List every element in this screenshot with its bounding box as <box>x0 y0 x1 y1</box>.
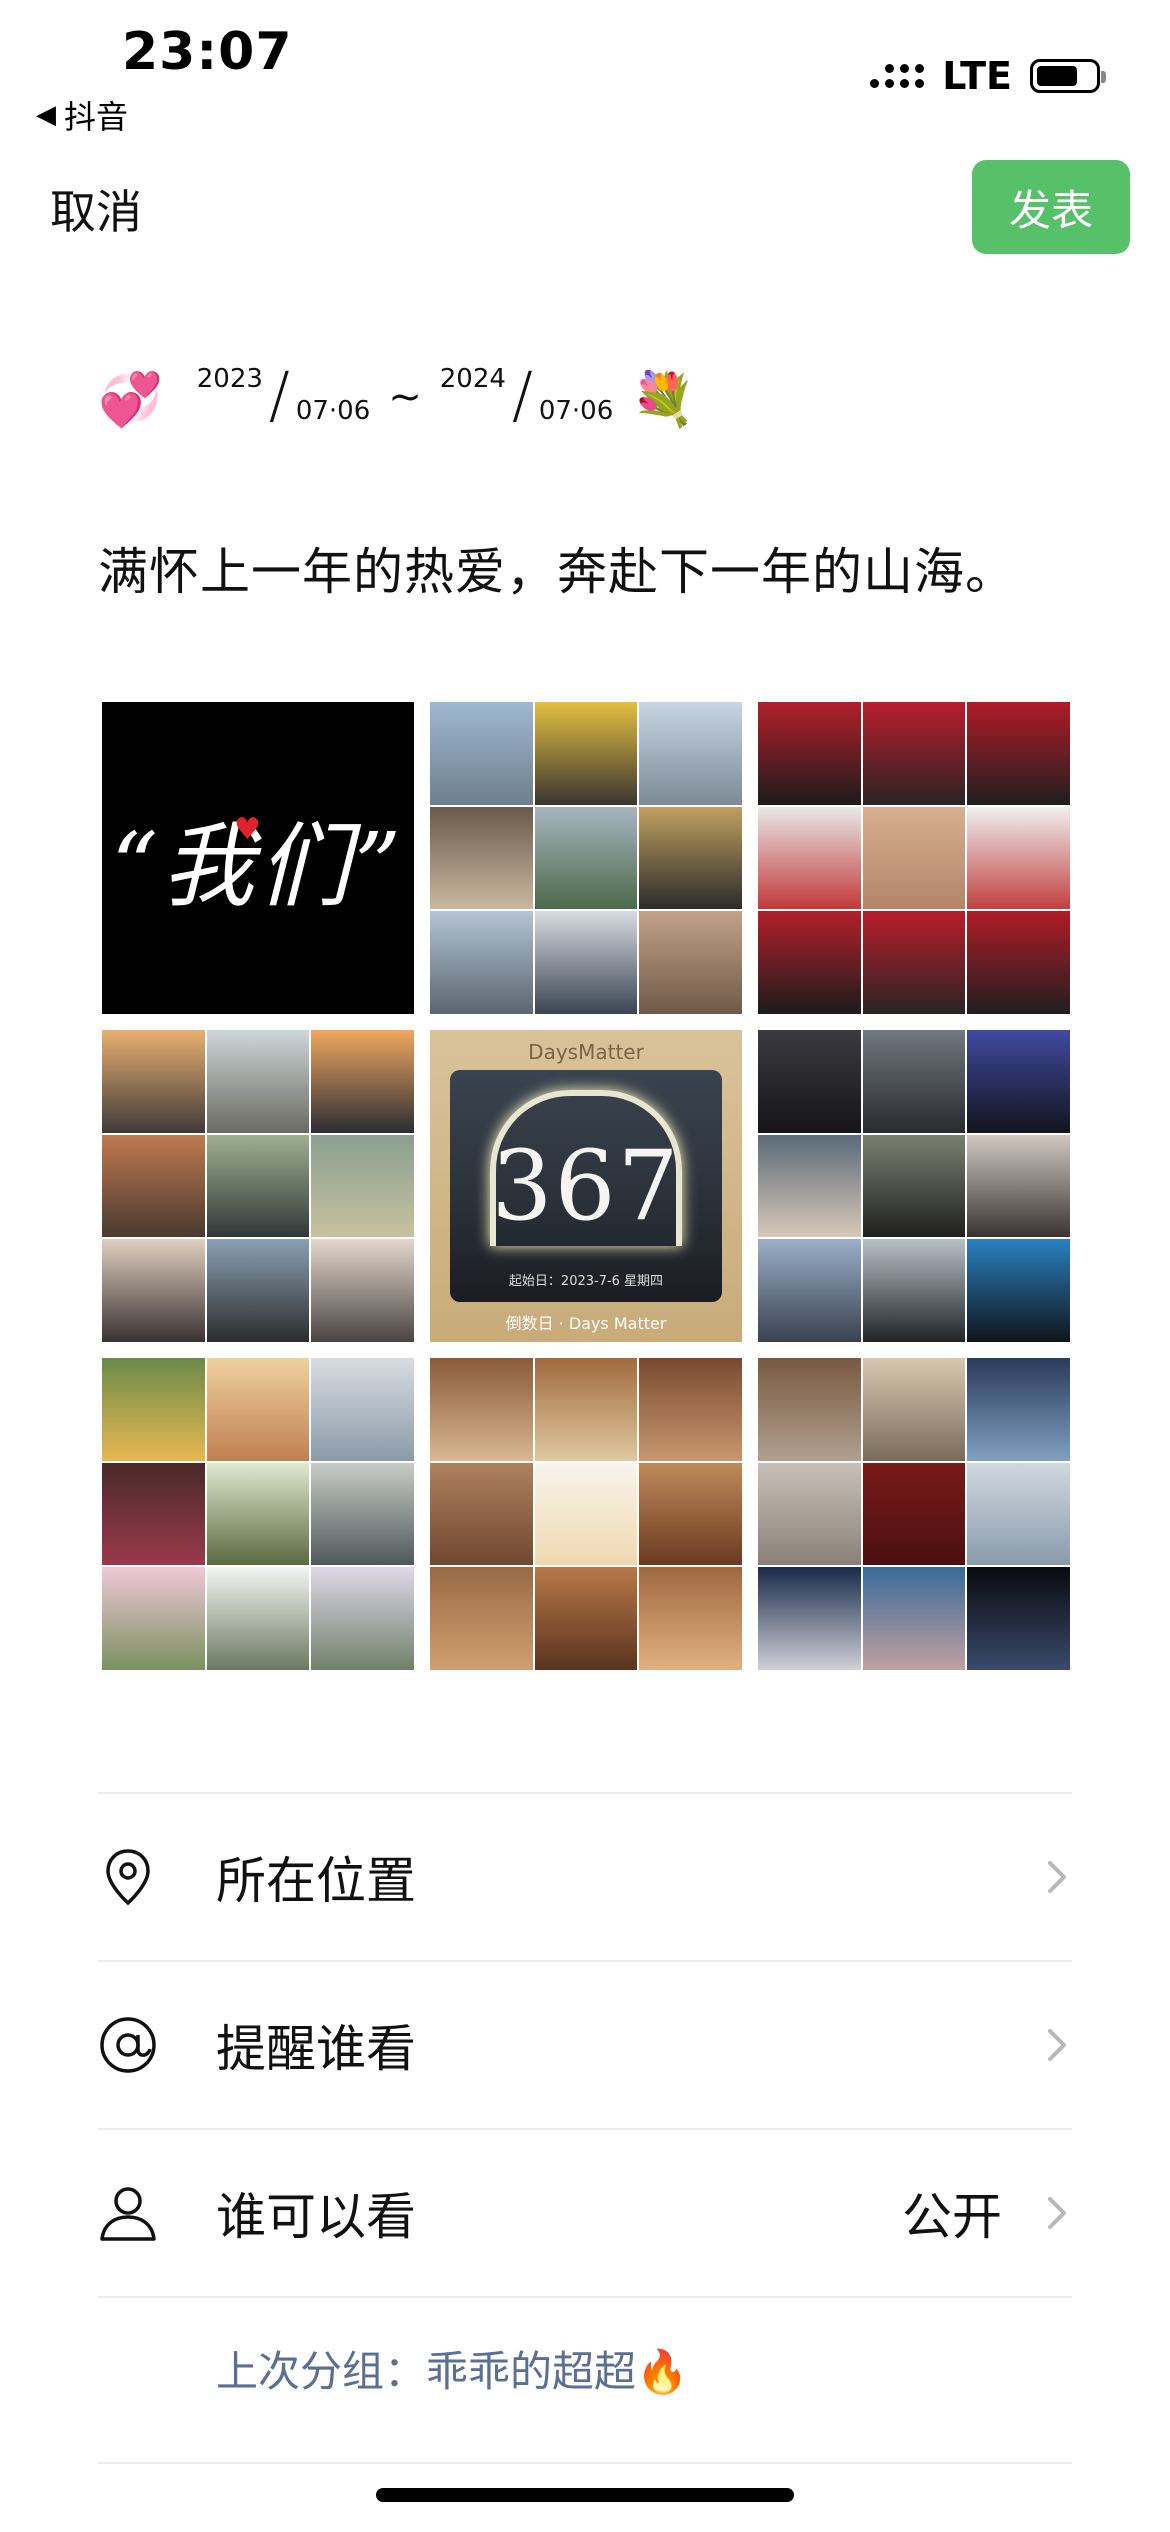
bouquet-emoji-icon: 💐 <box>631 370 697 430</box>
start-date: 07·06 <box>295 396 371 426</box>
photo-tile[interactable] <box>102 1030 414 1342</box>
post-composer-screen: 23:07 ◀ 抖音 LTE 取消 发表 💞 2023 / 07·06 ~ 20… <box>0 0 1170 2532</box>
visibility-value: 公开 <box>902 2188 1002 2246</box>
end-date: 07·06 <box>538 396 614 426</box>
photo-tile[interactable] <box>758 702 1070 1014</box>
network-type: LTE <box>942 54 1012 98</box>
at-sign-icon <box>98 2015 158 2075</box>
photo-collage <box>102 1030 414 1342</box>
publish-button[interactable]: 发表 <box>972 160 1130 254</box>
days-start-caption: 起始日：2023-7-6 星期四 <box>508 1274 664 1289</box>
chevron-right-icon <box>1042 2025 1072 2065</box>
divider <box>98 2296 1072 2298</box>
photo-collage <box>102 1358 414 1670</box>
photo-tile[interactable] <box>102 1358 414 1670</box>
visibility-label: 谁可以看 <box>216 2188 416 2246</box>
location-row[interactable]: 所在位置 <box>98 1794 1072 1960</box>
back-to-app-link[interactable]: ◀ 抖音 <box>36 92 128 138</box>
hearts-emoji-icon: 💞 <box>98 370 163 430</box>
home-indicator[interactable] <box>376 2488 794 2502</box>
last-group-prefix: 上次分组： <box>216 2347 427 2396</box>
photo-tile[interactable] <box>758 1030 1070 1342</box>
end-year: 2024 <box>439 364 506 394</box>
post-text-body[interactable]: 满怀上一年的热爱，奔赴下一年的山海。 <box>98 532 1016 604</box>
days-matter-footer: 倒数日 · Days Matter <box>505 1314 667 1333</box>
photo-collage <box>758 1358 1070 1670</box>
mention-label: 提醒谁看 <box>216 2020 416 2078</box>
status-time: 23:07 <box>122 22 293 82</box>
cancel-button[interactable]: 取消 <box>50 176 142 242</box>
date-slash: / <box>268 358 290 431</box>
photo-collage <box>758 702 1070 1014</box>
photo-tile[interactable]: DaysMatter 367 起始日：2023-7-6 星期四 倒数日 · Da… <box>430 1030 742 1342</box>
back-app-label: 抖音 <box>64 98 129 136</box>
date-slash: / <box>511 358 533 431</box>
photo-collage <box>430 1358 742 1670</box>
start-year: 2023 <box>196 364 263 394</box>
location-pin-icon <box>98 1847 158 1907</box>
photo-tile[interactable]: “我们” ♥ <box>102 702 414 1014</box>
back-triangle-icon: ◀ <box>36 100 56 130</box>
chevron-right-icon <box>1042 1857 1072 1897</box>
person-icon <box>98 2183 158 2243</box>
chevron-right-icon <box>1042 2193 1072 2233</box>
battery-level-fill <box>1037 66 1077 86</box>
divider <box>98 2462 1072 2464</box>
photo-tile[interactable] <box>430 702 742 1014</box>
days-matter-brand: DaysMatter <box>528 1040 644 1064</box>
mention-row[interactable]: 提醒谁看 <box>98 1962 1072 2128</box>
visibility-row[interactable]: 谁可以看 公开 <box>98 2130 1072 2296</box>
last-group-name: 乖乖的超超 <box>426 2347 637 2396</box>
photo-collage <box>430 702 742 1014</box>
battery-icon <box>1030 59 1106 93</box>
last-group-hint[interactable]: 上次分组：乖乖的超超🔥 <box>216 2338 688 2399</box>
heart-icon: ♥ <box>234 812 261 847</box>
photo-grid: “我们” ♥ DaysMatter 367 起始日：2023-7-6 星期四 倒… <box>102 702 1072 1670</box>
photo-tile[interactable] <box>758 1358 1070 1670</box>
photo-tile[interactable] <box>430 1358 742 1670</box>
signal-strength-icon <box>870 64 925 88</box>
date-separator: ~ <box>388 374 422 420</box>
fire-emoji-icon: 🔥 <box>636 2347 689 2396</box>
post-date-range[interactable]: 💞 2023 / 07·06 ~ 2024 / 07·06 💐 <box>98 346 697 431</box>
days-count: 367 <box>491 1130 681 1242</box>
photo-collage <box>758 1030 1070 1342</box>
status-indicators: LTE <box>870 54 1106 98</box>
location-label: 所在位置 <box>216 1852 416 1910</box>
